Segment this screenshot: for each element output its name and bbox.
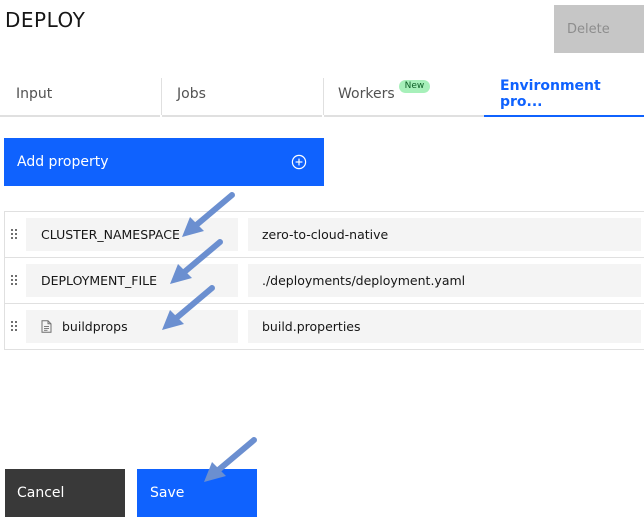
property-list: CLUSTER_NAMESPACE zero-to-cloud-native D…: [4, 211, 644, 350]
drag-handle-icon[interactable]: [11, 321, 19, 331]
property-key-text: DEPLOYMENT_FILE: [41, 273, 158, 288]
page-title: DEPLOY: [5, 8, 86, 32]
property-value-field[interactable]: zero-to-cloud-native: [248, 218, 641, 251]
property-value-field[interactable]: ./deployments/deployment.yaml: [248, 264, 641, 297]
new-badge: New: [398, 80, 431, 93]
tab-input[interactable]: Input: [0, 72, 160, 117]
tab-jobs[interactable]: Jobs: [162, 72, 322, 117]
document-icon: [41, 320, 52, 333]
drag-handle-icon[interactable]: [11, 275, 19, 285]
tab-label: Input: [16, 85, 53, 102]
property-key-field[interactable]: DEPLOYMENT_FILE: [26, 264, 238, 297]
property-row: CLUSTER_NAMESPACE zero-to-cloud-native: [4, 212, 644, 258]
tab-environment-properties[interactable]: Environment pro...: [484, 72, 644, 117]
tab-label: Jobs: [177, 85, 206, 102]
property-value-field[interactable]: build.properties: [248, 310, 641, 343]
tab-bar: Input Jobs Workers New Environment pro..…: [0, 72, 644, 117]
property-row: DEPLOYMENT_FILE ./deployments/deployment…: [4, 258, 644, 304]
property-value-text: ./deployments/deployment.yaml: [262, 273, 466, 288]
property-value-text: zero-to-cloud-native: [262, 227, 389, 242]
cancel-button[interactable]: Cancel: [5, 469, 125, 517]
delete-button[interactable]: Delete: [554, 5, 644, 53]
property-value-text: build.properties: [262, 319, 361, 334]
add-circle-icon: [291, 154, 307, 170]
property-key-field[interactable]: buildprops: [26, 310, 238, 343]
add-property-label: Add property: [17, 154, 109, 170]
save-button[interactable]: Save: [137, 469, 257, 517]
tab-label: Environment pro...: [500, 77, 601, 110]
add-property-button[interactable]: Add property: [4, 138, 324, 186]
property-row: buildprops build.properties: [4, 304, 644, 350]
drag-handle-icon[interactable]: [11, 229, 19, 239]
property-key-text: buildprops: [62, 319, 128, 334]
tab-label: Workers: [338, 85, 395, 102]
property-key-field[interactable]: CLUSTER_NAMESPACE: [26, 218, 238, 251]
property-key-text: CLUSTER_NAMESPACE: [41, 227, 180, 242]
tab-workers[interactable]: Workers New: [324, 72, 484, 117]
